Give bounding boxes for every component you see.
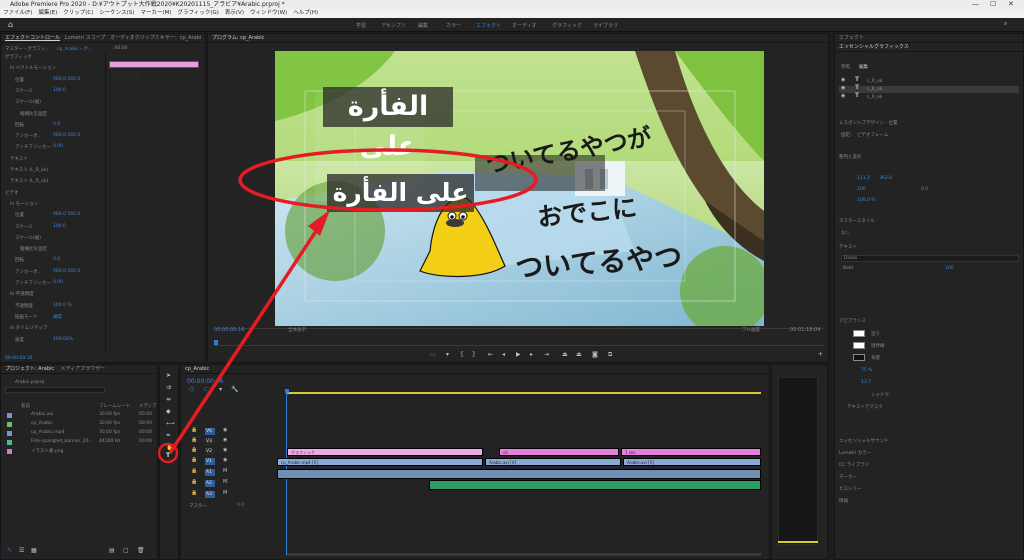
annotation-arrow-head — [308, 210, 330, 236]
annotation-ellipse — [238, 148, 538, 212]
annotation-tool-circle — [157, 442, 179, 464]
annotation-arrow-line — [168, 221, 324, 454]
annotation-overlay — [157, 148, 538, 464]
